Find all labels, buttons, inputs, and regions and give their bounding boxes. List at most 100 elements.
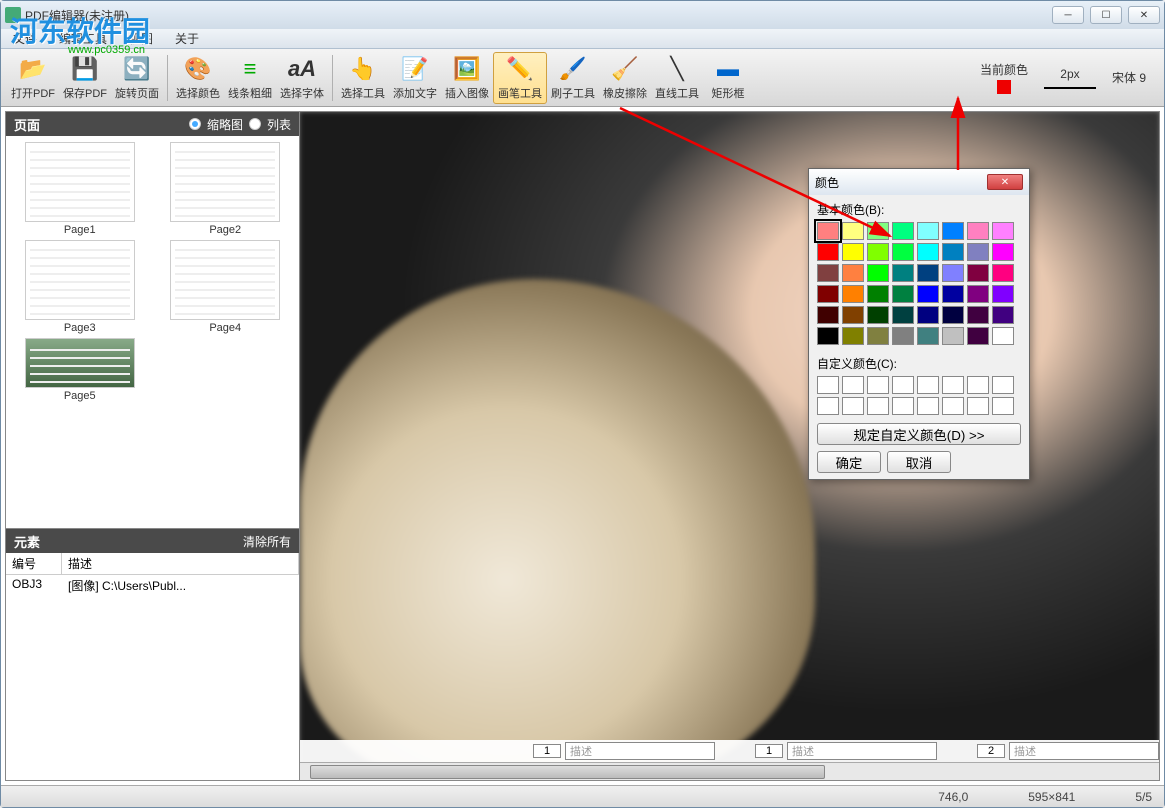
line-width-button[interactable]: ≡线条粗细 <box>224 52 276 104</box>
color-swatch[interactable] <box>817 222 839 240</box>
insert-image-button[interactable]: 🖼️插入图像 <box>441 52 493 104</box>
color-swatch[interactable] <box>867 222 889 240</box>
color-swatch[interactable] <box>892 264 914 282</box>
custom-color-slot[interactable] <box>967 397 989 415</box>
color-swatch[interactable] <box>867 264 889 282</box>
minimize-button[interactable]: ─ <box>1052 6 1084 24</box>
dialog-close-button[interactable]: ✕ <box>987 174 1023 190</box>
custom-color-slot[interactable] <box>992 397 1014 415</box>
brush-tool-button[interactable]: ✏️画笔工具 <box>493 52 547 104</box>
horizontal-scrollbar[interactable] <box>300 762 1159 780</box>
color-swatch[interactable] <box>992 243 1014 261</box>
color-swatch[interactable] <box>817 285 839 303</box>
menu-file[interactable]: 文件 <box>9 29 41 48</box>
custom-color-slot[interactable] <box>917 397 939 415</box>
select-color-button[interactable]: 🎨选择颜色 <box>172 52 224 104</box>
color-swatch[interactable] <box>892 243 914 261</box>
color-swatch[interactable] <box>992 327 1014 345</box>
custom-color-slot[interactable] <box>817 376 839 394</box>
select-font-button[interactable]: aA选择字体 <box>276 52 328 104</box>
custom-color-slot[interactable] <box>842 397 864 415</box>
custom-color-slot[interactable] <box>867 397 889 415</box>
color-swatch[interactable] <box>842 243 864 261</box>
color-swatch[interactable] <box>967 222 989 240</box>
color-swatch[interactable] <box>842 264 864 282</box>
color-swatch[interactable] <box>842 327 864 345</box>
color-swatch[interactable] <box>892 306 914 324</box>
page-thumb[interactable]: Page4 <box>158 240 294 334</box>
color-swatch[interactable] <box>992 306 1014 324</box>
color-swatch[interactable] <box>917 306 939 324</box>
select-tool-button[interactable]: 👆选择工具 <box>337 52 389 104</box>
element-row[interactable]: OBJ3[图像] C:\Users\Publ... <box>6 575 299 596</box>
custom-color-slot[interactable] <box>842 376 864 394</box>
custom-color-slot[interactable] <box>967 376 989 394</box>
color-swatch[interactable] <box>867 285 889 303</box>
clear-all-button[interactable]: 清除所有 <box>243 533 291 550</box>
dialog-titlebar[interactable]: 颜色 ✕ <box>809 169 1029 195</box>
color-swatch[interactable] <box>867 243 889 261</box>
custom-color-slot[interactable] <box>817 397 839 415</box>
color-swatch[interactable] <box>942 243 964 261</box>
color-swatch[interactable] <box>917 222 939 240</box>
save-pdf-button[interactable]: 💾保存PDF <box>59 52 111 104</box>
canvas-area[interactable]: 1描述1描述2描述 <box>300 112 1159 780</box>
color-swatch[interactable] <box>817 264 839 282</box>
color-swatch[interactable] <box>942 306 964 324</box>
color-swatch[interactable] <box>942 327 964 345</box>
custom-color-slot[interactable] <box>917 376 939 394</box>
color-swatch[interactable] <box>967 285 989 303</box>
color-swatch[interactable] <box>842 222 864 240</box>
color-swatch[interactable] <box>942 285 964 303</box>
custom-color-slot[interactable] <box>942 397 964 415</box>
custom-color-slot[interactable] <box>892 376 914 394</box>
custom-color-slot[interactable] <box>892 397 914 415</box>
page-thumb[interactable]: Page5 <box>12 338 148 402</box>
ok-button[interactable]: 确定 <box>817 451 881 473</box>
color-swatch[interactable] <box>892 285 914 303</box>
rect-tool-button[interactable]: ▬矩形框 <box>703 52 753 104</box>
color-swatch[interactable] <box>917 243 939 261</box>
color-swatch[interactable] <box>842 306 864 324</box>
color-swatch[interactable] <box>942 222 964 240</box>
menu-about[interactable]: 关于 <box>171 29 203 48</box>
color-swatch[interactable] <box>817 243 839 261</box>
color-swatch[interactable] <box>867 306 889 324</box>
color-swatch[interactable] <box>892 327 914 345</box>
color-swatch[interactable] <box>917 285 939 303</box>
eraser-button[interactable]: 🧹橡皮擦除 <box>599 52 651 104</box>
color-swatch[interactable] <box>942 264 964 282</box>
page-thumb[interactable]: Page2 <box>158 142 294 236</box>
color-swatch[interactable] <box>967 264 989 282</box>
color-swatch[interactable] <box>992 285 1014 303</box>
color-swatch[interactable] <box>842 285 864 303</box>
paint-brush-button[interactable]: 🖌️刷子工具 <box>547 52 599 104</box>
custom-color-slot[interactable] <box>867 376 889 394</box>
rotate-page-button[interactable]: 🔄旋转页面 <box>111 52 163 104</box>
color-swatch[interactable] <box>917 264 939 282</box>
close-button[interactable]: ✕ <box>1128 6 1160 24</box>
view-list-radio[interactable] <box>249 118 261 130</box>
color-swatch[interactable] <box>817 327 839 345</box>
stroke-preview[interactable] <box>1044 87 1096 89</box>
color-swatch[interactable] <box>992 264 1014 282</box>
color-swatch[interactable] <box>892 222 914 240</box>
color-swatch[interactable] <box>992 222 1014 240</box>
view-thumb-radio[interactable] <box>189 118 201 130</box>
line-tool-button[interactable]: ╲直线工具 <box>651 52 703 104</box>
color-swatch[interactable] <box>967 327 989 345</box>
color-swatch[interactable] <box>967 306 989 324</box>
color-swatch[interactable] <box>967 243 989 261</box>
define-custom-color-button[interactable]: 规定自定义颜色(D) >> <box>817 423 1021 445</box>
page-thumb[interactable]: Page3 <box>12 240 148 334</box>
add-text-button[interactable]: 📝添加文字 <box>389 52 441 104</box>
maximize-button[interactable]: ☐ <box>1090 6 1122 24</box>
color-swatch[interactable] <box>867 327 889 345</box>
color-swatch[interactable] <box>817 306 839 324</box>
page-thumb[interactable]: Page1 <box>12 142 148 236</box>
custom-color-slot[interactable] <box>942 376 964 394</box>
open-pdf-button[interactable]: 📂打开PDF <box>7 52 59 104</box>
color-swatch[interactable] <box>917 327 939 345</box>
custom-color-slot[interactable] <box>992 376 1014 394</box>
current-color-swatch[interactable] <box>997 80 1011 94</box>
